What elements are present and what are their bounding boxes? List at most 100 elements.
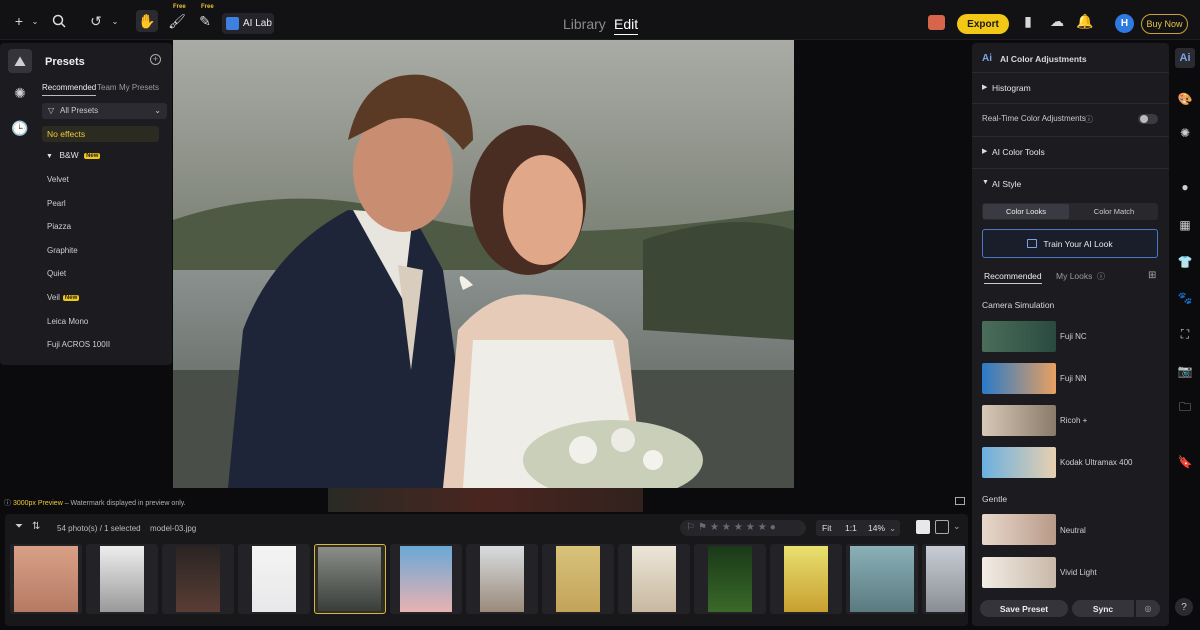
ai-tools-icon[interactable]: Ai: [1175, 48, 1195, 68]
pet-icon[interactable]: 🐾: [1175, 288, 1195, 308]
history-icon[interactable]: 🕒: [8, 116, 32, 140]
avatar[interactable]: H: [1115, 14, 1134, 33]
look-label[interactable]: Vivid Light: [1060, 568, 1097, 577]
thumbnail[interactable]: [846, 544, 918, 614]
preset-item[interactable]: Piazza: [47, 222, 71, 231]
color-match-tab[interactable]: Color Match: [1071, 204, 1157, 219]
tab-my-looks[interactable]: My Looks: [1056, 271, 1092, 281]
hand-tool-icon[interactable]: ✋: [136, 10, 158, 32]
thumbnail-selected[interactable]: [314, 544, 386, 614]
look-thumbnail[interactable]: [982, 405, 1056, 436]
realtime-toggle[interactable]: [1138, 114, 1158, 124]
section-histogram[interactable]: ▶ Histogram: [972, 72, 1169, 103]
section-ai-style[interactable]: ▼ AI Style: [972, 168, 1169, 199]
color-looks-tab[interactable]: Color Looks: [983, 204, 1069, 219]
tab-my-presets[interactable]: My Presets: [119, 83, 159, 92]
bell-icon[interactable]: 🔔: [1074, 10, 1096, 32]
buy-now-button[interactable]: Buy Now: [1141, 14, 1188, 34]
preset-item[interactable]: Velvet: [47, 175, 69, 184]
tshirt-icon[interactable]: 👕: [1175, 252, 1195, 272]
thumbnail[interactable]: [238, 544, 310, 614]
sync-settings-icon[interactable]: ◎: [1136, 600, 1160, 617]
effects-icon[interactable]: ✺: [1175, 123, 1195, 143]
compare-view-icon[interactable]: [955, 497, 965, 505]
thumbnail[interactable]: [390, 544, 462, 614]
portrait-icon[interactable]: ●: [1175, 177, 1195, 197]
look-thumbnail[interactable]: [982, 447, 1056, 478]
thumbnail[interactable]: [86, 544, 158, 614]
save-preset-button[interactable]: Save Preset: [980, 600, 1068, 617]
look-thumbnail[interactable]: [982, 514, 1056, 545]
ai-lab-button[interactable]: AI Lab: [222, 13, 274, 34]
history-chevron-icon[interactable]: ⌄: [104, 10, 126, 32]
thumbnail[interactable]: [618, 544, 690, 614]
export-button[interactable]: Export: [957, 14, 1009, 34]
tab-recommended-looks[interactable]: Recommended: [984, 271, 1042, 284]
look-label[interactable]: Fuji NC: [1060, 332, 1087, 341]
look-thumbnail[interactable]: [982, 363, 1056, 394]
filter-icon[interactable]: ⏷: [15, 521, 23, 532]
preset-no-effects[interactable]: No effects: [42, 126, 159, 142]
preset-item[interactable]: Graphite: [47, 246, 78, 255]
thumbnail[interactable]: [162, 544, 234, 614]
rating-bar[interactable]: ⚐⚑★★★★★●: [680, 520, 806, 536]
tab-team-presets[interactable]: Team: [97, 83, 117, 92]
save-device-icon[interactable]: ▮: [1017, 10, 1039, 32]
thumbnail[interactable]: [922, 544, 965, 614]
preset-item[interactable]: Pearl: [47, 199, 66, 208]
presets-icon[interactable]: ⛰: [8, 49, 32, 73]
tab-library[interactable]: Library: [563, 16, 606, 32]
presets-filter-dropdown[interactable]: ▽ All Presets ⌄: [42, 103, 167, 119]
add-preset-icon[interactable]: +: [150, 54, 161, 65]
thumbnail[interactable]: [770, 544, 842, 614]
zoom-fit[interactable]: Fit: [822, 523, 831, 533]
help-icon[interactable]: ⓘ: [1085, 114, 1093, 125]
preset-item[interactable]: Fuji ACROS 100II: [47, 340, 110, 349]
help-icon[interactable]: ⓘ: [1097, 271, 1105, 282]
flag-icons[interactable]: ⚐⚑: [686, 522, 710, 533]
crop-icon[interactable]: ⛶: [1175, 324, 1195, 344]
brush-tool-icon[interactable]: 🖌: [166, 10, 188, 32]
preset-item[interactable]: Quiet: [47, 269, 66, 278]
sync-button[interactable]: Sync: [1072, 600, 1134, 617]
tab-edit[interactable]: Edit: [614, 16, 639, 35]
zoom-one-to-one[interactable]: 1:1: [845, 523, 857, 533]
photo-canvas[interactable]: [173, 40, 794, 488]
split-view-icon[interactable]: [935, 520, 949, 534]
folder-icon[interactable]: 🗀: [1175, 398, 1195, 418]
grid-icon[interactable]: ▦: [1175, 215, 1195, 235]
gift-icon[interactable]: [928, 15, 945, 30]
sort-icon[interactable]: ⇅: [32, 521, 40, 532]
camera-icon[interactable]: 📷: [1175, 361, 1195, 381]
tab-recommended-presets[interactable]: Recommended: [42, 83, 97, 96]
preset-item[interactable]: Veil New: [47, 293, 80, 302]
grid-view-icon[interactable]: ⊞: [1148, 270, 1156, 281]
look-thumbnail[interactable]: [982, 321, 1056, 352]
zoom-value[interactable]: 14%: [868, 523, 885, 533]
look-label[interactable]: Kodak Ultramax 400: [1060, 458, 1132, 467]
bookmark-icon[interactable]: 🔖: [1175, 452, 1195, 472]
thumbnail[interactable]: [10, 544, 82, 614]
chevron-down-icon[interactable]: ⌄: [889, 523, 896, 534]
zoom-control[interactable]: Fit 1:1 14% ⌄: [816, 520, 900, 536]
eraser-tool-icon[interactable]: ✎: [194, 10, 216, 32]
look-thumbnail[interactable]: [982, 557, 1056, 588]
add-chevron-icon[interactable]: ⌄: [24, 10, 46, 32]
preset-group-bw[interactable]: ▼ B&W New: [46, 150, 101, 160]
look-label[interactable]: Neutral: [1060, 526, 1086, 535]
effects-icon[interactable]: ✺: [8, 81, 32, 105]
train-ai-look-button[interactable]: Train Your AI Look: [982, 229, 1158, 258]
star-rating[interactable]: ★★★★★: [710, 522, 770, 533]
thumbnail[interactable]: [466, 544, 538, 614]
thumbnail[interactable]: [542, 544, 614, 614]
cloud-icon[interactable]: ☁: [1046, 10, 1068, 32]
search-icon[interactable]: [48, 10, 70, 32]
color-label-icon[interactable]: ●: [770, 522, 779, 533]
single-view-icon[interactable]: [916, 520, 930, 534]
look-label[interactable]: Fuji NN: [1060, 374, 1087, 383]
help-icon[interactable]: ?: [1175, 598, 1193, 616]
palette-icon[interactable]: 🎨: [1175, 89, 1195, 109]
section-ai-color-tools[interactable]: ▶ AI Color Tools: [972, 136, 1169, 167]
look-label[interactable]: Ricoh +: [1060, 416, 1087, 425]
preset-item[interactable]: Leica Mono: [47, 317, 88, 326]
